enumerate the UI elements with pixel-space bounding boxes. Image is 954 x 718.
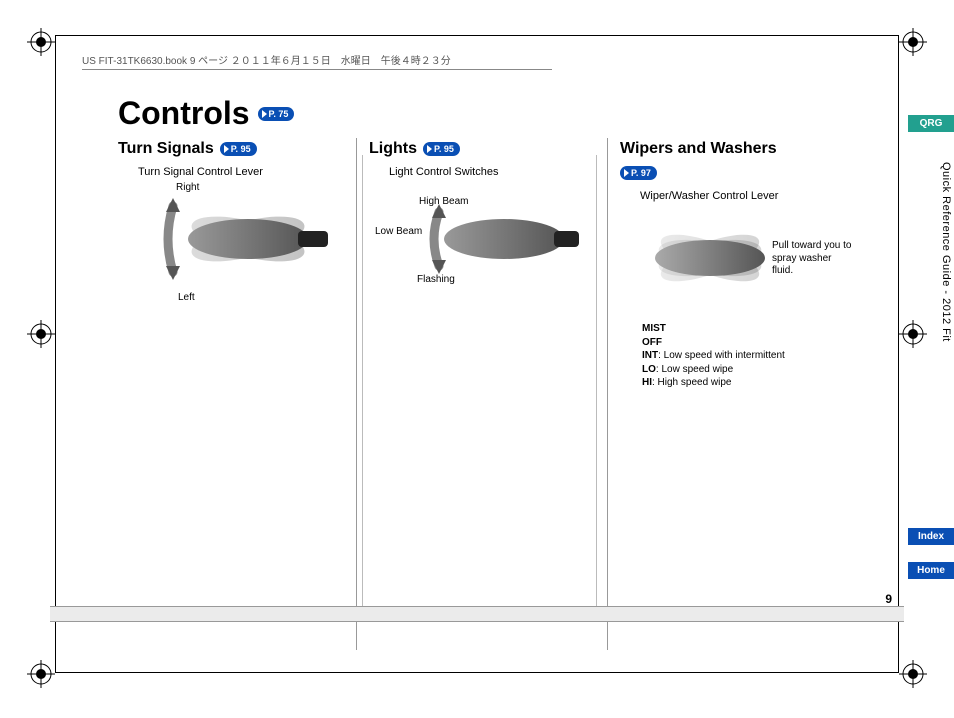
heading-lights: Lights: [369, 140, 417, 158]
crop-mark-icon: [899, 320, 927, 348]
page-ref-pill[interactable]: P. 95: [423, 142, 460, 156]
tab-home[interactable]: Home: [908, 562, 954, 579]
wiper-modes: MIST OFF INT: Low speed with intermitten…: [642, 322, 850, 390]
lever-icon: [630, 208, 770, 316]
page-ref-pill[interactable]: P. 75: [258, 107, 295, 121]
column-divider: [362, 155, 363, 618]
crop-mark-icon: [899, 28, 927, 56]
mode-int: INT: [642, 350, 658, 361]
page-content: Controls P. 75 Turn Signals P. 95 Turn S…: [118, 95, 858, 650]
mode-mist: MIST: [642, 323, 666, 334]
footer-bar: [50, 606, 904, 622]
column-wipers: Wipers and Washers P. 97 Wiper/Washer Co…: [607, 138, 858, 650]
turn-signal-illustration: Right Left: [128, 184, 348, 314]
crop-mark-icon: [27, 320, 55, 348]
label-high-beam: High Beam: [419, 196, 468, 207]
label-flashing: Flashing: [417, 274, 455, 285]
heading-wipers: Wipers and Washers: [620, 140, 777, 158]
label-right: Right: [176, 182, 199, 193]
crop-mark-icon: [899, 660, 927, 688]
tab-index[interactable]: Index: [908, 528, 954, 545]
crop-mark-icon: [27, 28, 55, 56]
caption-lights: Light Control Switches: [389, 166, 599, 178]
lights-illustration: High Beam Low Beam Flashing: [379, 184, 599, 314]
mode-hi: HI: [642, 377, 652, 388]
tab-qrg[interactable]: QRG: [908, 115, 954, 132]
heading-turn-signals: Turn Signals: [118, 140, 214, 158]
label-low-beam: Low Beam: [375, 226, 422, 237]
column-lights: Lights P. 95 Light Control Switches High…: [356, 138, 607, 650]
caption-wipers: Wiper/Washer Control Lever: [640, 190, 850, 202]
label-left: Left: [178, 292, 195, 303]
side-guide-text: Quick Reference Guide - 2012 Fit: [940, 162, 952, 342]
page-number: 9: [885, 592, 892, 606]
column-turn-signals: Turn Signals P. 95 Turn Signal Control L…: [118, 138, 356, 650]
mode-off: OFF: [642, 337, 662, 348]
page-title: Controls P. 75: [118, 95, 858, 132]
wipers-illustration: Pull toward you to spray washer fluid.: [630, 208, 850, 316]
page-ref-pill[interactable]: P. 97: [620, 166, 657, 180]
page-ref-pill[interactable]: P. 95: [220, 142, 257, 156]
crop-mark-icon: [27, 660, 55, 688]
column-divider: [596, 155, 597, 618]
print-header: US FIT-31TK6630.book 9 ページ ２０１１年６月１５日 水曜…: [82, 52, 552, 70]
label-spray: Pull toward you to spray washer fluid.: [772, 240, 852, 278]
caption-turn-signals: Turn Signal Control Lever: [138, 166, 348, 178]
lever-icon: [379, 184, 579, 314]
lever-icon: [128, 184, 328, 314]
title-text: Controls: [118, 95, 250, 132]
mode-lo: LO: [642, 364, 656, 375]
